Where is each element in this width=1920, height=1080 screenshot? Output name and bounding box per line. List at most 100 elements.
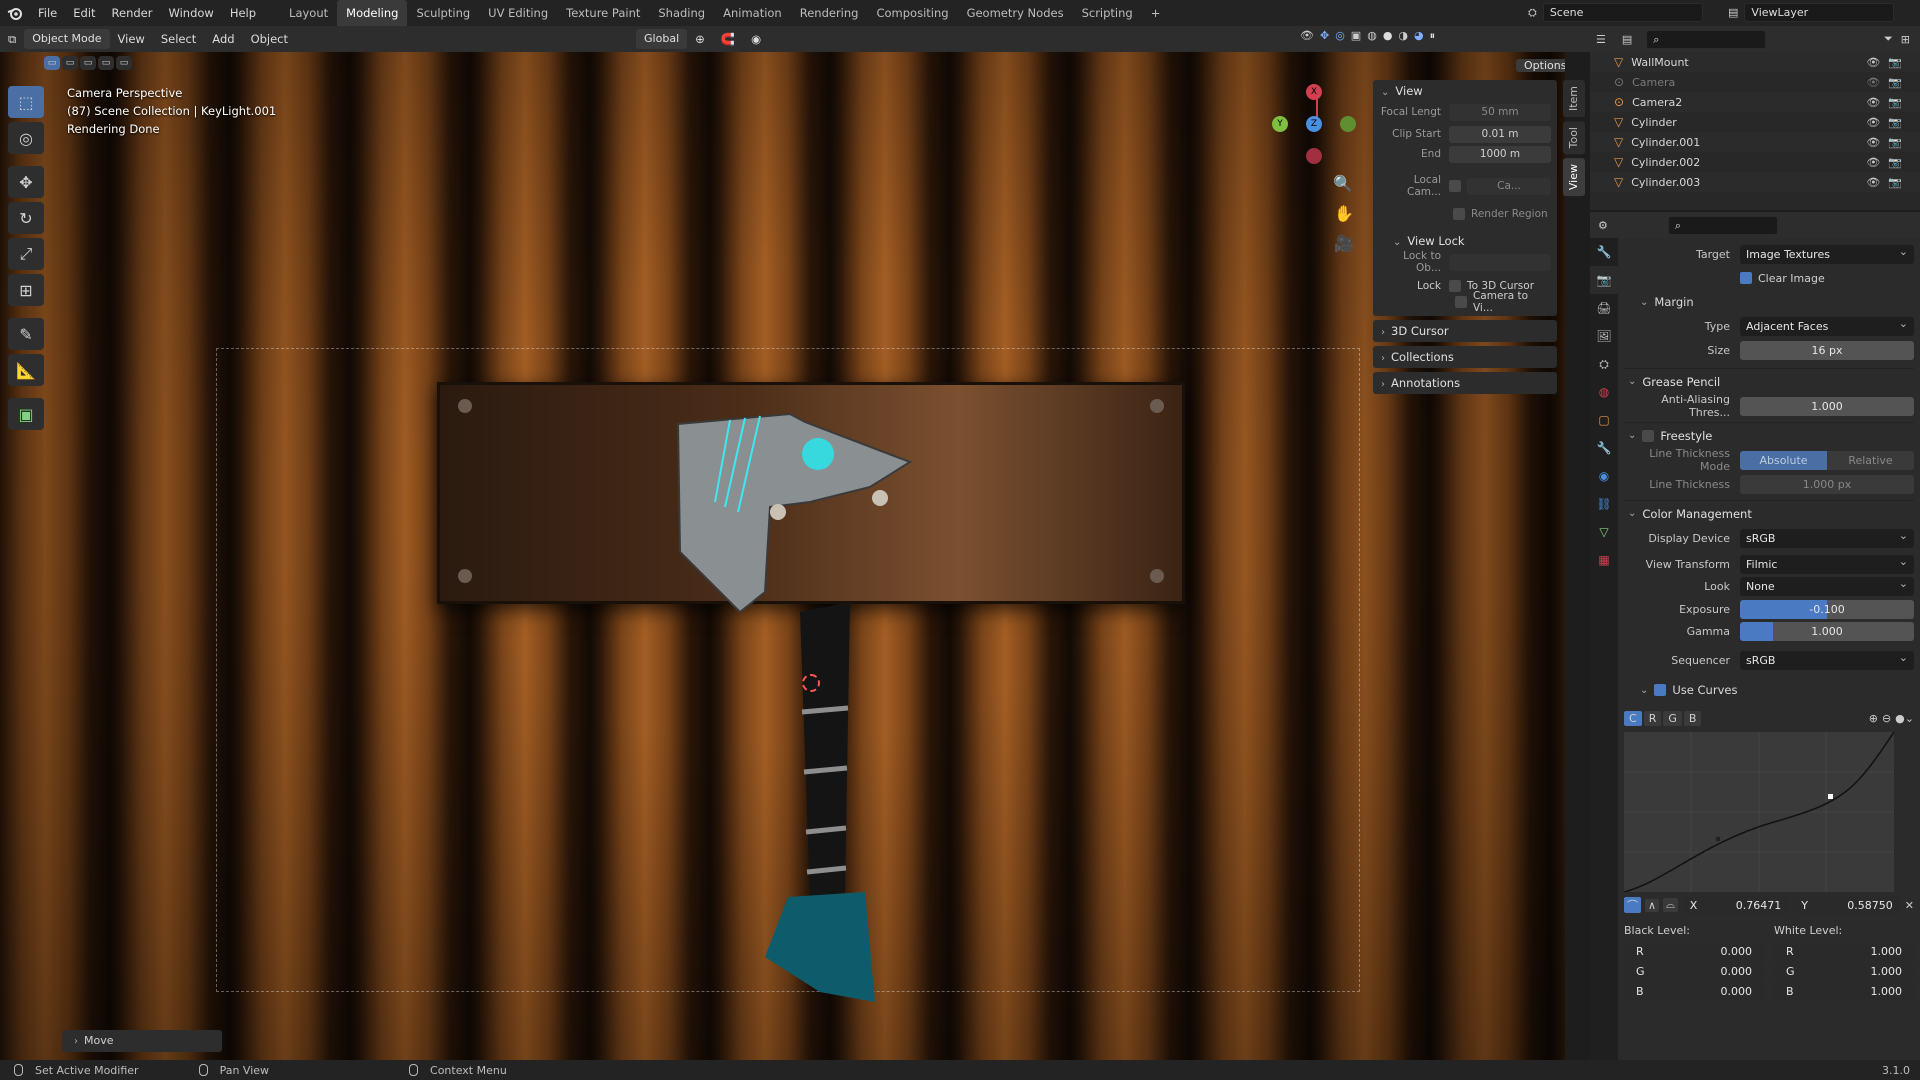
display-mode-icon[interactable]: ▤ <box>1622 33 1632 46</box>
exposure-slider[interactable]: -0.100 <box>1740 599 1914 619</box>
camera-to-view-checkbox[interactable] <box>1455 296 1467 308</box>
measure-tool-icon[interactable]: 📐 <box>8 354 44 386</box>
menu-window[interactable]: Window <box>160 0 221 26</box>
tab-sculpting[interactable]: Sculpting <box>407 0 479 26</box>
physics-tab-icon[interactable]: ◉ <box>1590 462 1618 490</box>
curve-tab-b[interactable]: B <box>1683 710 1702 726</box>
to-3d-cursor-checkbox[interactable] <box>1449 280 1461 292</box>
handle-vector-icon[interactable]: ∧ <box>1645 898 1660 912</box>
tab-item[interactable]: Item <box>1563 80 1585 118</box>
modifier-tab-icon[interactable]: 🔧 <box>1590 434 1618 462</box>
outliner-row-camera[interactable]: ⊙ Camera 👁📷 <box>1590 72 1920 92</box>
clip-start-field[interactable]: 0.01 m <box>1449 125 1551 143</box>
tab-animation[interactable]: Animation <box>714 0 791 26</box>
curve-editor[interactable] <box>1624 732 1894 892</box>
mode-dropdown[interactable]: Object Mode <box>24 29 110 49</box>
absolute-toggle[interactable]: Absolute <box>1740 450 1827 470</box>
menu-view[interactable]: View <box>110 29 153 49</box>
menu-file[interactable]: File <box>30 0 65 26</box>
margin-size-field[interactable]: 16 px <box>1740 340 1914 360</box>
select-extend-icon[interactable]: ▭ <box>62 56 78 70</box>
scene-tab-icon[interactable]: ⛭ <box>1590 350 1618 378</box>
gizmo-icon[interactable]: ✥ <box>1320 29 1329 43</box>
local-camera-checkbox[interactable] <box>1449 180 1461 192</box>
zoom-icon[interactable]: 🔍 <box>1333 174 1353 193</box>
focal-length-field[interactable]: 50 mm <box>1449 103 1551 121</box>
world-tab-icon[interactable]: ◍ <box>1590 378 1618 406</box>
move-tool-icon[interactable]: ✥ <box>8 166 44 198</box>
visibility-render-icons[interactable]: 👁📷 <box>1866 56 1910 69</box>
3d-viewport[interactable]: ▭ ▭ ▭ ▭ ▭ Options ⬚ ◎ ✥ ↻ ⤢ ⊞ ✎ 📐 ▣ Came… <box>0 52 1565 1060</box>
menu-object[interactable]: Object <box>243 29 296 49</box>
sequencer-dropdown[interactable]: sRGB <box>1740 648 1914 670</box>
render-tab-icon[interactable]: 📷 <box>1590 266 1618 294</box>
gizmo-y-axis[interactable]: Y <box>1272 116 1288 132</box>
black-level-r-field[interactable]: R 0.000 <box>1624 942 1764 961</box>
outliner-row-cylinder-003[interactable]: ▽ Cylinder.003 👁📷 <box>1590 172 1920 192</box>
view-section-header[interactable]: ⌄ View <box>1373 80 1557 102</box>
collections-section[interactable]: › Collections <box>1373 346 1557 368</box>
output-tab-icon[interactable]: 🖨 <box>1590 294 1618 322</box>
visibility-render-icons[interactable]: 👁📷 <box>1866 136 1910 149</box>
object-tab-icon[interactable]: ▢ <box>1590 406 1618 434</box>
filter-icon[interactable]: ⏷ <box>1884 32 1893 46</box>
cursor-tool-icon[interactable]: ◎ <box>8 122 44 154</box>
gizmo-neg-y-dot[interactable] <box>1340 116 1356 132</box>
visibility-render-icons[interactable]: 👁📷 <box>1866 116 1910 129</box>
clip-end-field[interactable]: 1000 m <box>1449 145 1551 163</box>
orientation-dropdown[interactable]: Global <box>636 29 688 49</box>
clear-image-checkbox[interactable] <box>1740 272 1752 284</box>
curve-tab-g[interactable]: G <box>1663 710 1682 726</box>
render-region-checkbox[interactable] <box>1453 208 1465 220</box>
menu-select[interactable]: Select <box>153 29 204 49</box>
tab-shading[interactable]: Shading <box>649 0 714 26</box>
grease-pencil-section-header[interactable]: ⌄ Grease Pencil <box>1624 368 1914 394</box>
view-layer-tab-icon[interactable]: 🖼 <box>1590 322 1618 350</box>
view-layer-field[interactable]: ViewLayer <box>1744 3 1895 22</box>
curve-tab-r[interactable]: R <box>1643 710 1662 726</box>
anti-aliasing-field[interactable]: 1.000 <box>1740 396 1914 416</box>
gamma-slider[interactable]: 1.000 <box>1740 621 1914 641</box>
color-management-section-header[interactable]: ⌄ Color Management <box>1624 500 1914 526</box>
outliner-row-camera2[interactable]: ⊙ Camera2 👁📷 <box>1590 92 1920 112</box>
target-dropdown[interactable]: Image Textures <box>1740 242 1914 264</box>
outliner-search-input[interactable]: ⌕ <box>1646 29 1767 49</box>
gizmo-neg-x-dot[interactable] <box>1306 148 1322 164</box>
properties-search-input[interactable]: ⌕ <box>1667 215 1778 235</box>
tab-uv-editing[interactable]: UV Editing <box>479 0 557 26</box>
annotations-section[interactable]: › Annotations <box>1373 372 1557 394</box>
editor-type-icon[interactable]: ⧉ <box>0 29 24 49</box>
scale-tool-icon[interactable]: ⤢ <box>8 238 44 270</box>
black-level-g-field[interactable]: G 0.000 <box>1624 962 1764 981</box>
transform-tool-icon[interactable]: ⊞ <box>8 274 44 306</box>
curve-y-field[interactable]: Y 0.58750 <box>1793 895 1901 915</box>
visibility-icon[interactable]: 👁 <box>1300 29 1314 43</box>
margin-type-dropdown[interactable]: Adjacent Faces <box>1740 314 1914 336</box>
menu-edit[interactable]: Edit <box>65 0 103 26</box>
select-new-icon[interactable]: ▭ <box>44 56 60 70</box>
handle-clamped-icon[interactable]: ⌓ <box>1663 898 1678 912</box>
3d-cursor-icon[interactable] <box>802 674 820 692</box>
annotate-tool-icon[interactable]: ✎ <box>8 318 44 350</box>
data-tab-icon[interactable]: ▽ <box>1590 518 1618 546</box>
outliner-row-cylinder-001[interactable]: ▽ Cylinder.001 👁📷 <box>1590 132 1920 152</box>
line-thickness-field[interactable]: 1.000 px <box>1740 474 1914 494</box>
outliner-row-cylinder-002[interactable]: ▽ Cylinder.002 👁📷 <box>1590 152 1920 172</box>
properties-editor-icon[interactable]: ⚙ <box>1598 219 1608 232</box>
tab-compositing[interactable]: Compositing <box>867 0 957 26</box>
tab-rendering[interactable]: Rendering <box>791 0 868 26</box>
relative-toggle[interactable]: Relative <box>1827 450 1914 470</box>
view-transform-dropdown[interactable]: Filmic <box>1740 552 1914 574</box>
texture-tab-icon[interactable]: ▦ <box>1590 546 1618 574</box>
use-curves-subpanel-header[interactable]: ⌄ Use Curves <box>1624 678 1914 702</box>
outliner-row-cylinder[interactable]: ▽ Cylinder 👁📷 <box>1590 112 1920 132</box>
visibility-render-icons[interactable]: 👁📷 <box>1866 156 1910 169</box>
delete-point-icon[interactable]: ✕ <box>1905 899 1914 912</box>
look-dropdown[interactable]: None <box>1740 574 1914 596</box>
visibility-render-icons[interactable]: 👁📷 <box>1866 96 1910 109</box>
blender-logo-icon[interactable] <box>0 0 30 26</box>
tool-tab-icon[interactable]: 🔧 <box>1590 238 1618 266</box>
view-layer-icon[interactable]: ▤ <box>1728 6 1738 19</box>
rotate-tool-icon[interactable]: ↻ <box>8 202 44 234</box>
visibility-render-icons[interactable]: 👁📷 <box>1866 176 1910 189</box>
